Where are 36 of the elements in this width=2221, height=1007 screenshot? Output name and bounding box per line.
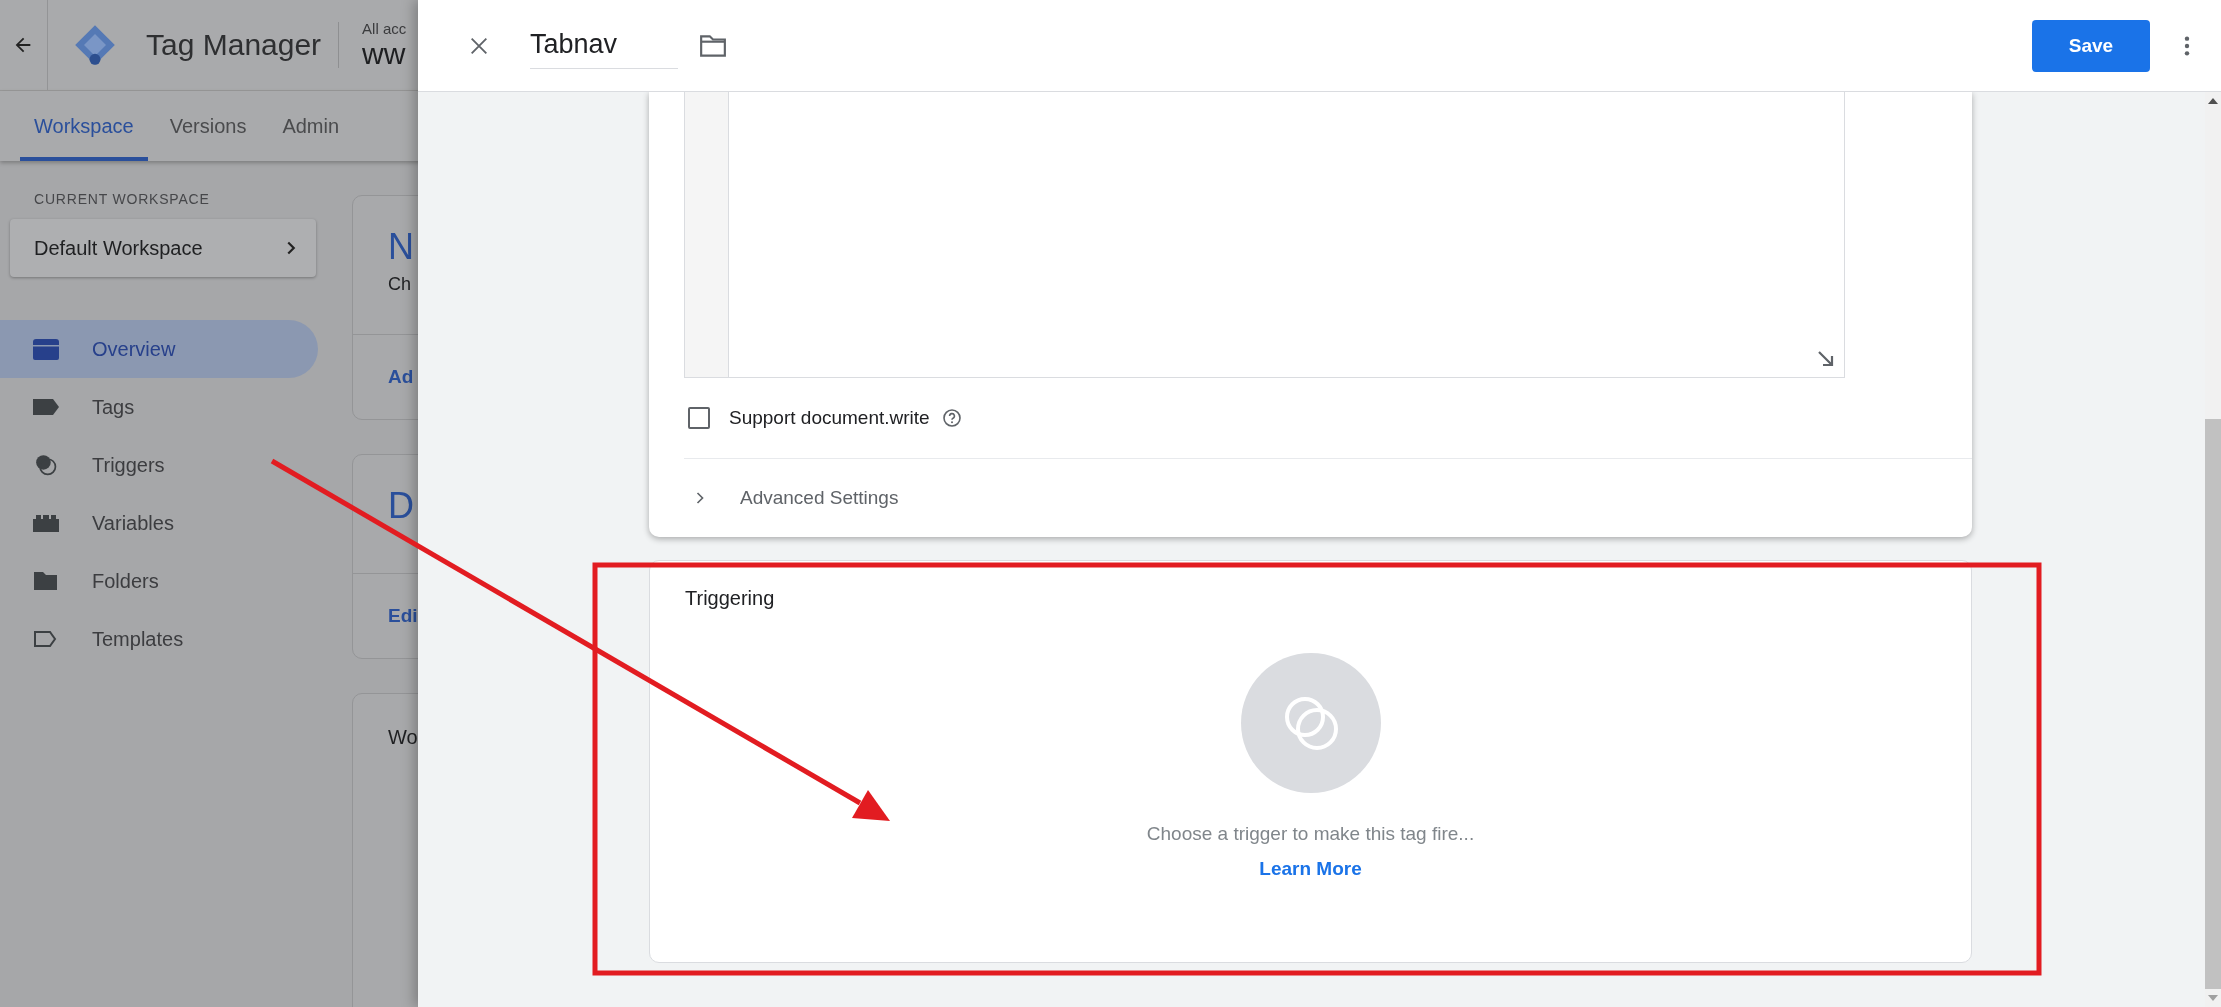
container-name[interactable]: ww [362,36,407,71]
resize-icon[interactable] [1816,349,1836,369]
tag-name-field[interactable]: Tabnav [530,22,678,69]
sidebar-item[interactable]: Triggers [0,436,318,494]
empty-state-text: Choose a trigger to make this tag fire... [1146,823,1475,845]
folder-icon[interactable] [699,33,727,58]
checkbox-label: Support document.write [729,407,930,429]
sidebar-item[interactable]: Overview [0,320,318,378]
nav-tab[interactable]: Workspace [20,91,148,161]
sidebar-item[interactable]: Variables [0,494,318,552]
checkbox[interactable] [688,407,710,429]
card-title: D [388,485,415,527]
sidebar-item[interactable]: Templates [0,610,318,668]
card-title: Wo [388,726,418,749]
more-icon[interactable] [2183,34,2191,57]
product-name: Tag Manager [146,28,322,62]
nav-tab[interactable]: Versions [155,91,261,161]
section-label: CURRENT WORKSPACE [34,191,211,207]
card-title: N [388,226,415,268]
sidebar-item[interactable]: Tags [0,378,318,436]
save-button[interactable]: Save [2032,19,2150,72]
scrollbar[interactable] [2205,92,2221,1007]
scroll-up-icon[interactable] [2208,98,2218,104]
overview-icon [32,337,60,361]
advanced-settings-toggle[interactable]: Advanced Settings [684,459,1972,537]
nav-tab[interactable]: Admin [268,91,354,161]
logo-icon [73,23,117,67]
help-icon[interactable] [941,408,962,428]
scrollbar-thumb[interactable] [2205,419,2221,989]
folder-icon [32,569,60,593]
learn-more-link[interactable]: Learn More [1259,858,1362,880]
sidebar-item[interactable]: Folders [0,552,318,610]
workspace-selector[interactable]: Default Workspace [10,219,316,277]
card-text: Ch [388,274,412,295]
account-label: All acc [362,19,407,37]
card-title: Triggering [685,587,776,610]
